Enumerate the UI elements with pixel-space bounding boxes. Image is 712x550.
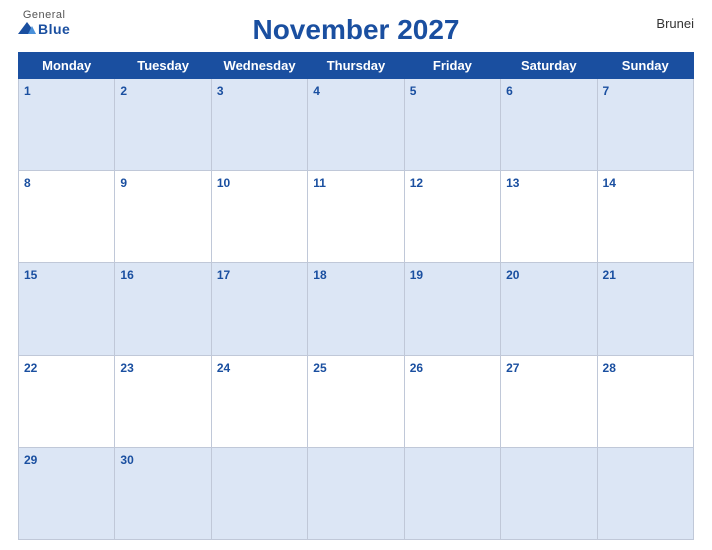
calendar-day-cell: 1 (19, 79, 115, 171)
day-number: 21 (603, 268, 616, 282)
calendar-day-cell: 19 (404, 263, 500, 355)
calendar-day-cell: 21 (597, 263, 693, 355)
calendar-day-cell: 27 (501, 355, 597, 447)
calendar-day-cell: 11 (308, 171, 404, 263)
weekday-header-thursday: Thursday (308, 53, 404, 79)
day-number: 14 (603, 176, 616, 190)
calendar-day-cell: 4 (308, 79, 404, 171)
calendar-week-row: 22 23 24 25 26 27 28 (19, 355, 694, 447)
day-number: 2 (120, 84, 127, 98)
calendar-day-cell: 26 (404, 355, 500, 447)
weekday-header-wednesday: Wednesday (211, 53, 307, 79)
calendar-header-row: MondayTuesdayWednesdayThursdayFridaySatu… (19, 53, 694, 79)
calendar-day-cell: 6 (501, 79, 597, 171)
weekday-header-row: MondayTuesdayWednesdayThursdayFridaySatu… (19, 53, 694, 79)
calendar-table: MondayTuesdayWednesdayThursdayFridaySatu… (18, 52, 694, 540)
calendar-page: General Blue November 2027 Brunei Monday… (0, 0, 712, 550)
day-number: 13 (506, 176, 519, 190)
day-number: 22 (24, 361, 37, 375)
calendar-day-cell: 10 (211, 171, 307, 263)
day-number: 19 (410, 268, 423, 282)
calendar-day-cell: 30 (115, 447, 211, 539)
calendar-day-cell: 25 (308, 355, 404, 447)
calendar-week-row: 8 9 10 11 12 13 14 (19, 171, 694, 263)
calendar-day-cell: 7 (597, 79, 693, 171)
day-number: 12 (410, 176, 423, 190)
logo-mountain-icon (18, 21, 36, 37)
weekday-header-monday: Monday (19, 53, 115, 79)
day-number: 26 (410, 361, 423, 375)
calendar-body: 1234567891011121314151617181920212223242… (19, 79, 694, 540)
day-number: 4 (313, 84, 320, 98)
calendar-day-cell: 14 (597, 171, 693, 263)
logo-general-text: General (23, 10, 66, 21)
day-number: 20 (506, 268, 519, 282)
day-number: 28 (603, 361, 616, 375)
month-title: November 2027 (252, 14, 459, 46)
day-number: 1 (24, 84, 31, 98)
day-number: 29 (24, 453, 37, 467)
calendar-day-cell: 24 (211, 355, 307, 447)
day-number: 27 (506, 361, 519, 375)
day-number: 8 (24, 176, 31, 190)
calendar-day-cell: 16 (115, 263, 211, 355)
weekday-header-sunday: Sunday (597, 53, 693, 79)
calendar-day-cell: 8 (19, 171, 115, 263)
calendar-day-cell (211, 447, 307, 539)
calendar-week-row: 29 30 (19, 447, 694, 539)
day-number: 5 (410, 84, 417, 98)
calendar-day-cell: 17 (211, 263, 307, 355)
day-number: 6 (506, 84, 513, 98)
day-number: 16 (120, 268, 133, 282)
calendar-day-cell: 9 (115, 171, 211, 263)
calendar-day-cell: 3 (211, 79, 307, 171)
day-number: 24 (217, 361, 230, 375)
calendar-header: General Blue November 2027 Brunei (18, 10, 694, 52)
day-number: 9 (120, 176, 127, 190)
calendar-week-row: 15 16 17 18 19 20 21 (19, 263, 694, 355)
calendar-day-cell (501, 447, 597, 539)
calendar-day-cell (404, 447, 500, 539)
calendar-day-cell: 5 (404, 79, 500, 171)
calendar-day-cell: 29 (19, 447, 115, 539)
calendar-day-cell: 13 (501, 171, 597, 263)
day-number: 15 (24, 268, 37, 282)
calendar-day-cell: 15 (19, 263, 115, 355)
country-label: Brunei (656, 16, 694, 31)
day-number: 7 (603, 84, 610, 98)
calendar-day-cell: 23 (115, 355, 211, 447)
day-number: 3 (217, 84, 224, 98)
calendar-week-row: 1 2 3 4 5 6 7 (19, 79, 694, 171)
day-number: 10 (217, 176, 230, 190)
calendar-day-cell: 22 (19, 355, 115, 447)
weekday-header-saturday: Saturday (501, 53, 597, 79)
day-number: 23 (120, 361, 133, 375)
calendar-day-cell: 28 (597, 355, 693, 447)
calendar-day-cell (597, 447, 693, 539)
calendar-day-cell (308, 447, 404, 539)
day-number: 11 (313, 176, 326, 190)
weekday-header-tuesday: Tuesday (115, 53, 211, 79)
day-number: 18 (313, 268, 326, 282)
day-number: 25 (313, 361, 326, 375)
weekday-header-friday: Friday (404, 53, 500, 79)
day-number: 30 (120, 453, 133, 467)
calendar-day-cell: 18 (308, 263, 404, 355)
calendar-day-cell: 2 (115, 79, 211, 171)
day-number: 17 (217, 268, 230, 282)
generalblue-logo: General Blue (18, 10, 70, 37)
calendar-day-cell: 12 (404, 171, 500, 263)
logo-blue-text: Blue (18, 21, 70, 37)
calendar-day-cell: 20 (501, 263, 597, 355)
